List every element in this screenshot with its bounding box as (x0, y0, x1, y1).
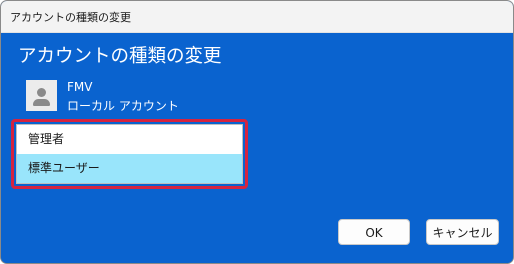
option-administrator[interactable]: 管理者 (17, 125, 242, 154)
account-type-listbox[interactable]: 管理者 標準ユーザー (16, 124, 243, 184)
cancel-button[interactable]: キャンセル (426, 219, 499, 245)
title-bar: アカウントの種類の変更 (1, 1, 513, 33)
user-name: FMV (67, 80, 93, 94)
change-account-type-window: アカウントの種類の変更 アカウントの種類の変更 FMV ローカル アカウント 管… (0, 0, 514, 264)
ok-button[interactable]: OK (338, 219, 410, 245)
user-account-type: ローカル アカウント (67, 99, 179, 113)
option-standard-user[interactable]: 標準ユーザー (17, 154, 242, 183)
dialog-heading: アカウントの種類の変更 (18, 46, 222, 67)
avatar-body (33, 99, 50, 106)
user-avatar-icon (26, 80, 57, 111)
window-title: アカウントの種類の変更 (10, 11, 131, 24)
avatar-head (37, 88, 46, 97)
dialog-content: アカウントの種類の変更 FMV ローカル アカウント 管理者 標準ユーザー OK… (1, 33, 513, 263)
